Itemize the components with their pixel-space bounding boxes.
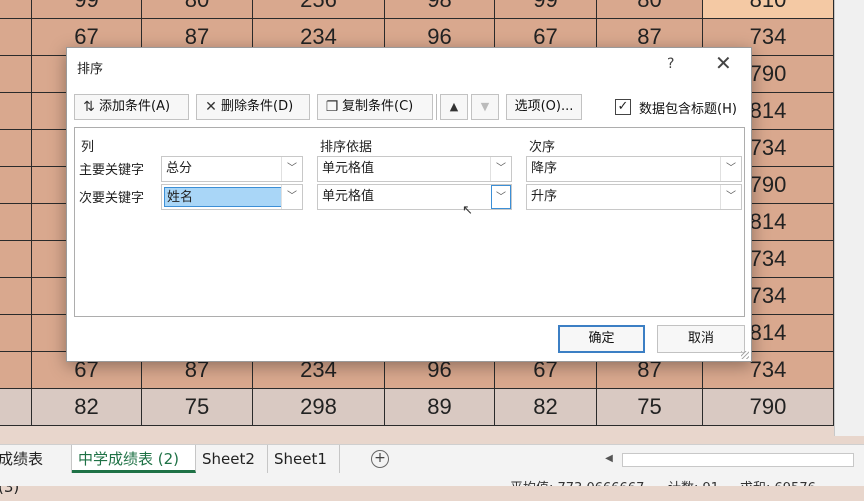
table-cell[interactable]: 99 xyxy=(32,0,142,19)
tab-sheet-2-active[interactable]: 中学成绩表 (2) xyxy=(72,445,196,473)
order-header: 次序 xyxy=(529,140,556,155)
status-average: 平均值: 773.0666667 xyxy=(510,477,644,486)
table-cell[interactable]: 89 xyxy=(385,389,495,426)
secondary-key-label: 次要关键字 xyxy=(79,191,145,206)
status-count: 计数: 91 xyxy=(668,477,719,486)
resize-grip-icon[interactable] xyxy=(741,351,749,359)
table-cell[interactable] xyxy=(0,389,32,426)
header-checkbox[interactable]: ✓ xyxy=(615,99,631,115)
add-condition-label: 添加条件(A) xyxy=(99,99,171,114)
tab-sheet-3[interactable]: 成绩表 (3) xyxy=(0,445,72,496)
table-cell[interactable] xyxy=(0,352,32,389)
table-cell[interactable]: 82 xyxy=(495,389,597,426)
table-cell[interactable]: 790 xyxy=(703,389,834,426)
table-cell[interactable] xyxy=(0,56,32,93)
table-cell[interactable] xyxy=(0,278,32,315)
sheet-tab-bar: 成绩表 (3) 中学成绩表 (2) Sheet2 Sheet1 + ◀ xyxy=(0,444,864,496)
table-cell[interactable]: 298 xyxy=(253,389,385,426)
primary-order-select[interactable]: 降序 ﹀ xyxy=(526,156,742,182)
dialog-title: 排序 xyxy=(77,62,104,77)
table-cell[interactable]: 75 xyxy=(142,389,253,426)
table-cell[interactable]: 75 xyxy=(597,389,703,426)
table-cell[interactable]: 80 xyxy=(142,0,253,19)
tab-sheet1[interactable]: Sheet1 xyxy=(268,445,340,473)
table-cell[interactable] xyxy=(0,241,32,278)
secondary-basis-select[interactable]: 单元格值 ﹀ xyxy=(317,184,512,210)
vertical-scrollbar[interactable] xyxy=(834,0,864,436)
table-cell[interactable] xyxy=(0,93,32,130)
delete-x-icon: ✕ xyxy=(205,99,217,115)
primary-order-value: 降序 xyxy=(531,161,558,176)
table-cell[interactable] xyxy=(0,130,32,167)
tab-sheet2[interactable]: Sheet2 xyxy=(196,445,268,473)
scroll-left-icon[interactable]: ◀ xyxy=(602,450,616,468)
horizontal-scrollbar[interactable]: ◀ xyxy=(600,450,864,468)
scroll-track[interactable] xyxy=(622,453,854,467)
table-cell[interactable] xyxy=(0,19,32,56)
table-cell[interactable]: 99 xyxy=(495,0,597,19)
table-cell[interactable]: 82 xyxy=(32,389,142,426)
secondary-order-select[interactable]: 升序 ﹀ xyxy=(526,184,742,210)
header-checkbox-label[interactable]: 数据包含标题(H) xyxy=(639,98,737,117)
add-condition-button[interactable]: ⇅ 添加条件(A) xyxy=(74,94,189,120)
chevron-down-icon[interactable]: ﹀ xyxy=(281,157,302,181)
primary-key-label: 主要关键字 xyxy=(79,163,145,178)
primary-basis-select[interactable]: 单元格值 ﹀ xyxy=(317,156,512,182)
secondary-column-select[interactable]: 姓名 ﹀ xyxy=(161,184,303,210)
primary-column-value: 总分 xyxy=(166,161,193,176)
add-sort-icon: ⇅ xyxy=(83,99,95,115)
column-header: 列 xyxy=(81,140,95,155)
delete-condition-button[interactable]: ✕ 删除条件(D) xyxy=(196,94,310,120)
table-row: 82 75 298 89 82 75 790 xyxy=(0,389,834,426)
chevron-down-icon[interactable]: ﹀ xyxy=(720,185,741,209)
chevron-down-icon[interactable]: ﹀ xyxy=(281,185,302,209)
copy-condition-button[interactable]: ❐ 复制条件(C) xyxy=(317,94,433,120)
secondary-order-value: 升序 xyxy=(531,189,558,204)
toolbar-separator xyxy=(436,94,437,120)
status-bar: 平均值: 773.0666667 计数: 91 求和: 69576 xyxy=(0,474,864,486)
ok-button[interactable]: 确定 xyxy=(558,325,645,353)
table-cell[interactable]: 256 xyxy=(253,0,385,19)
table-cell[interactable] xyxy=(0,204,32,241)
primary-basis-value: 单元格值 xyxy=(322,161,375,176)
table-cell[interactable] xyxy=(0,315,32,352)
move-down-button[interactable]: ▼ xyxy=(471,94,499,120)
table-cell[interactable] xyxy=(0,167,32,204)
basis-header: 排序依据 xyxy=(320,140,373,155)
options-button[interactable]: 选项(O)... xyxy=(506,94,582,120)
chevron-down-icon[interactable]: ﹀ xyxy=(720,157,741,181)
chevron-down-icon[interactable]: ﹀ xyxy=(490,157,511,181)
secondary-column-value: 姓名 xyxy=(164,187,282,207)
help-button[interactable]: ? xyxy=(667,56,674,72)
table-row: 9980256989980810 xyxy=(0,0,834,19)
sort-conditions-panel: 列 排序依据 次序 主要关键字 总分 ﹀ 单元格值 ﹀ 降序 ﹀ 次要关键字 姓… xyxy=(74,127,745,317)
status-sum: 求和: 69576 xyxy=(740,477,816,486)
chevron-down-icon[interactable]: ﹀ xyxy=(491,185,511,209)
table-cell[interactable]: 810 xyxy=(703,0,834,19)
copy-icon: ❐ xyxy=(325,99,339,115)
copy-condition-label: 复制条件(C) xyxy=(342,99,414,114)
delete-condition-label: 删除条件(D) xyxy=(221,99,294,114)
table-cell[interactable]: 80 xyxy=(597,0,703,19)
secondary-basis-value: 单元格值 xyxy=(322,189,375,204)
primary-column-select[interactable]: 总分 ﹀ xyxy=(161,156,303,182)
table-cell[interactable] xyxy=(0,0,32,19)
sort-dialog: 排序 ? ✕ ⇅ 添加条件(A) ✕ 删除条件(D) ❐ 复制条件(C) ▲ ▼ 选项… xyxy=(66,47,752,362)
add-sheet-icon[interactable]: + xyxy=(371,450,389,468)
table-cell[interactable]: 98 xyxy=(385,0,495,19)
move-up-button[interactable]: ▲ xyxy=(440,94,468,120)
mouse-cursor-icon: ↖ xyxy=(462,203,473,218)
close-button[interactable]: ✕ xyxy=(715,53,732,73)
cancel-button[interactable]: 取消 xyxy=(657,325,745,353)
